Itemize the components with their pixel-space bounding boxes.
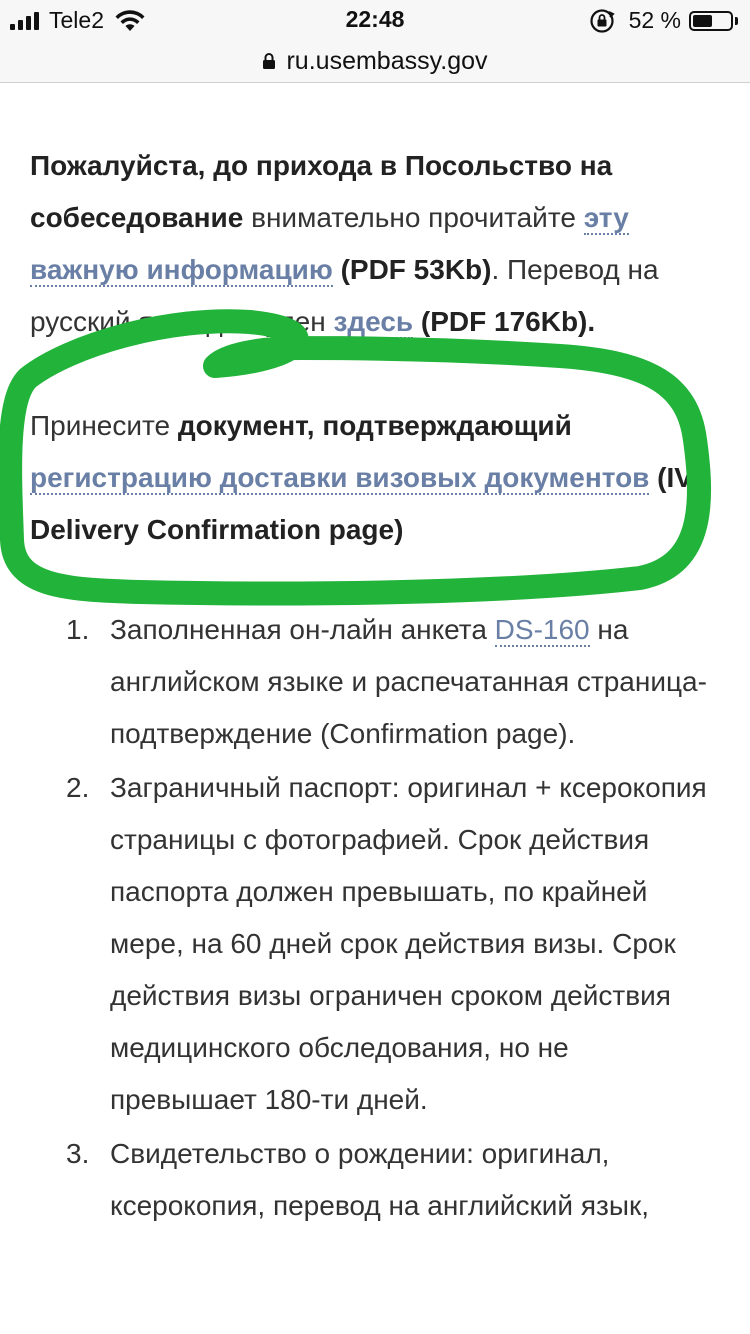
notice-paragraph: Принесите документ, подтверждающий регис… [30, 400, 720, 556]
list-item: Заполненная он-лайн анкета DS-160 на анг… [66, 604, 720, 760]
address-bar[interactable]: ru.usembassy.gov [0, 40, 750, 83]
intro-paragraph: Пожалуйста, до прихода в Посольство на с… [30, 140, 720, 348]
battery-fill [693, 14, 712, 27]
url-domain: ru.usembassy.gov [286, 46, 488, 75]
lock-icon [263, 53, 276, 69]
notice-text-1: Принесите [30, 410, 178, 441]
battery-tip [735, 16, 738, 25]
battery-percent: 52 % [628, 7, 681, 33]
intro-pdf-size-1: (PDF 53Kb) [332, 254, 492, 285]
translation-link[interactable]: здесь [333, 306, 414, 339]
ds160-link[interactable]: DS-160 [494, 614, 590, 647]
intro-pdf-size-2: (PDF 176Kb). [413, 306, 596, 337]
notice-bold-1: документ, подтверждающий [177, 410, 572, 441]
delivery-registration-link[interactable]: регистрацию доставки визовых документов [30, 462, 650, 495]
list-item: Заграничный паспорт: оригинал + ксерокоп… [66, 762, 720, 1126]
requirement-text: Заполненная он-лайн анкета [110, 614, 495, 645]
status-bar: Tele2 22:48 52 % [0, 0, 750, 40]
list-item: Свидетельство о рождении: оригинал, ксер… [66, 1128, 720, 1232]
requirements-list: Заполненная он-лайн анкета DS-160 на анг… [30, 604, 720, 1232]
intro-text-1: внимательно прочитайте [243, 202, 584, 233]
requirement-text: Заграничный паспорт: оригинал + ксерокоп… [110, 772, 707, 1115]
page-content: Пожалуйста, до прихода в Посольство на с… [30, 140, 720, 1234]
status-right: 52 % [589, 7, 738, 34]
rotation-lock-icon [589, 8, 615, 33]
requirement-text: Свидетельство о рождении: оригинал, ксер… [110, 1138, 649, 1221]
battery-icon [689, 10, 733, 31]
